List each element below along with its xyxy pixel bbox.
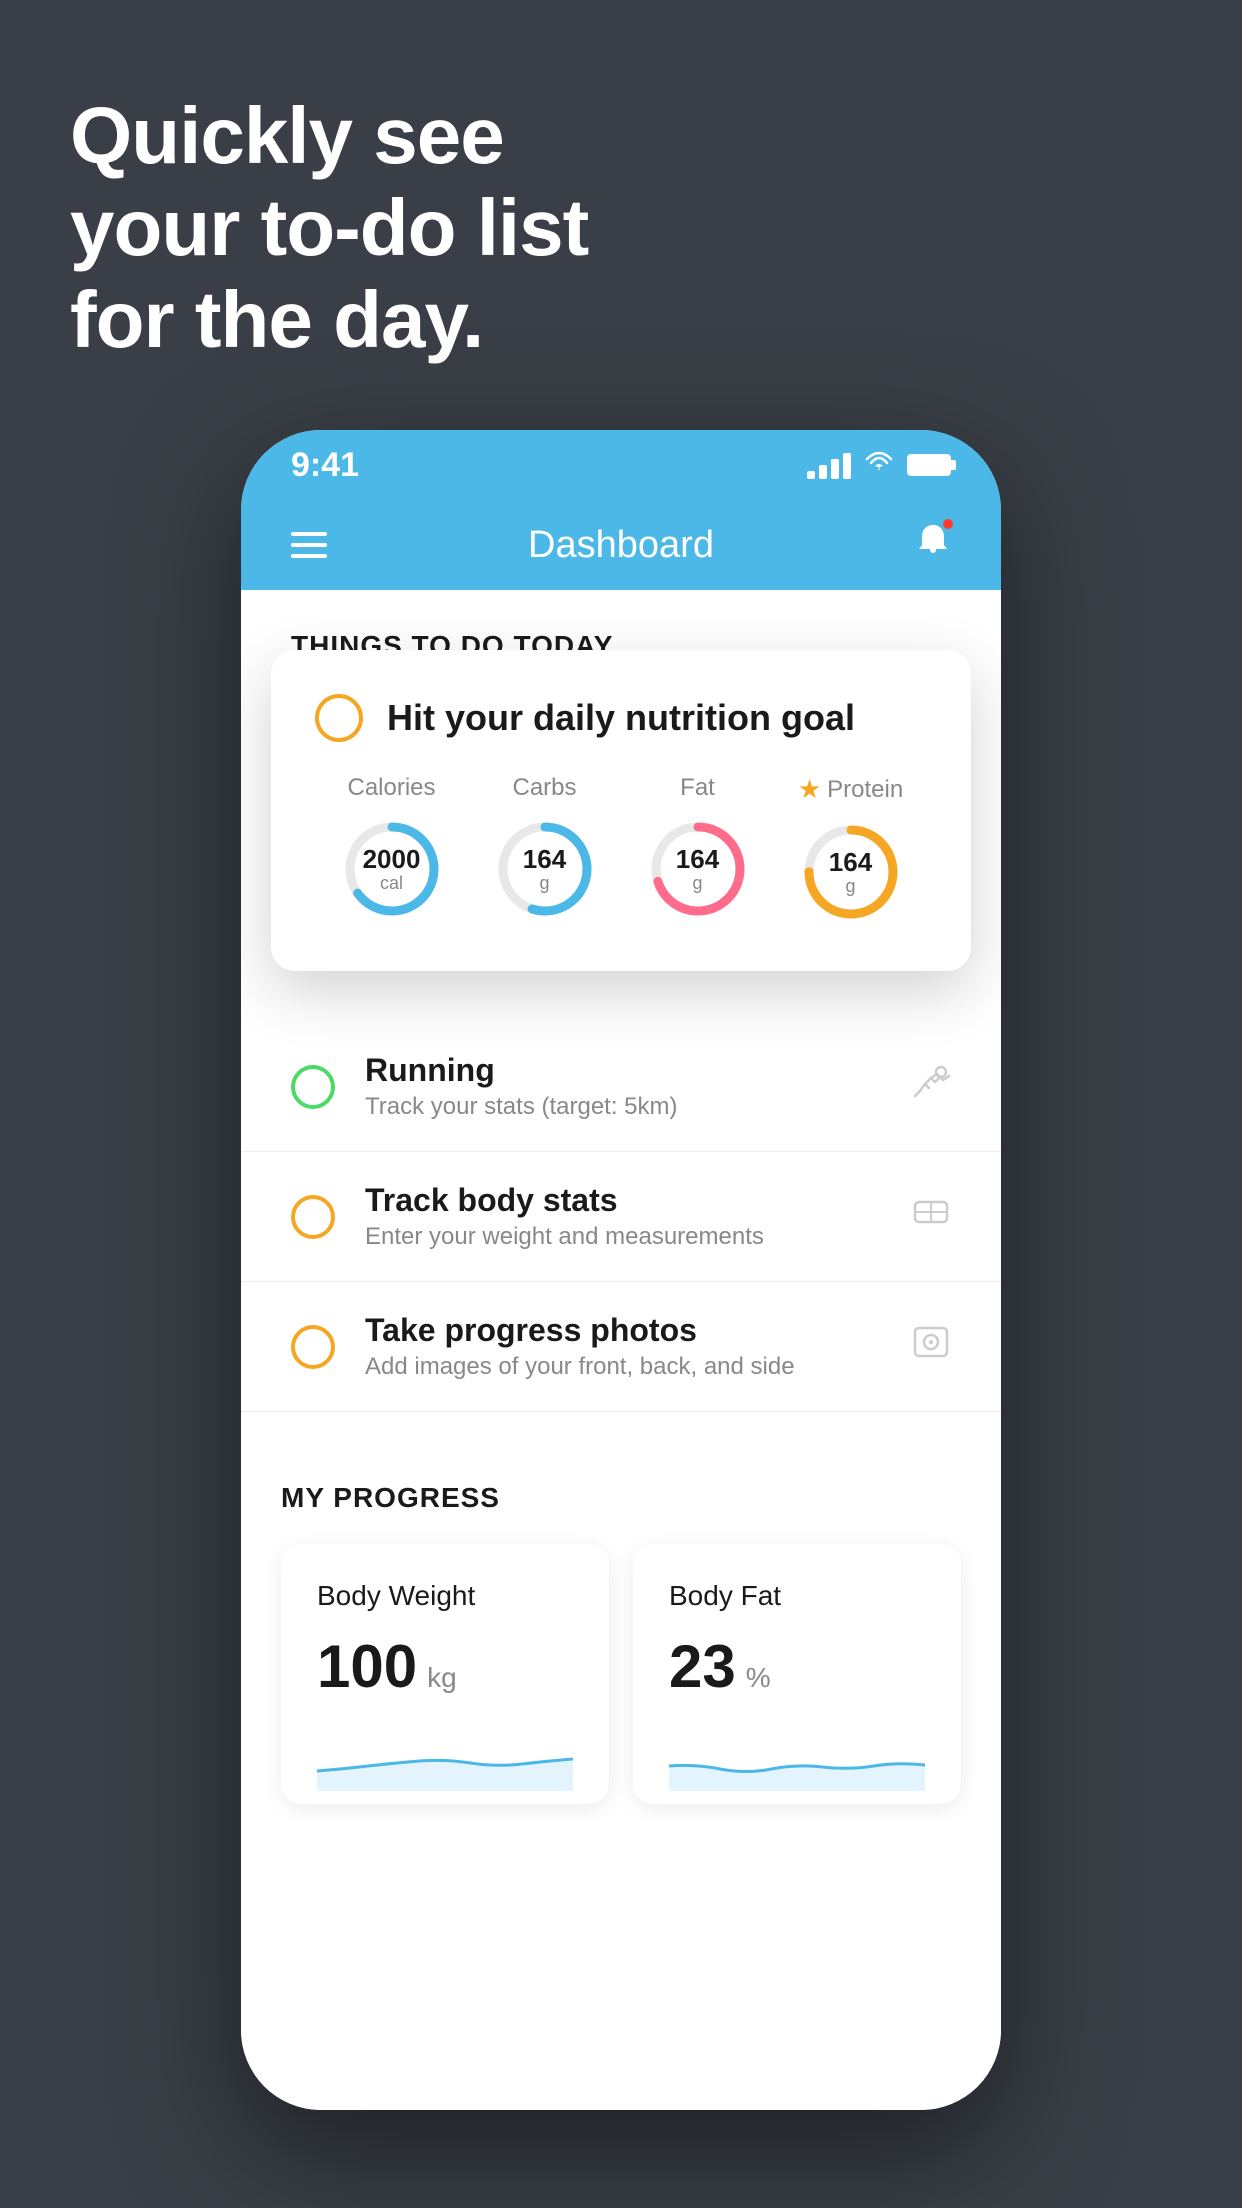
- body-fat-card: Body Fat 23 %: [633, 1544, 961, 1804]
- body-weight-unit: kg: [427, 1662, 457, 1694]
- notification-dot: [941, 517, 955, 531]
- running-icon: [911, 1064, 951, 1109]
- fat-donut: 164 g: [643, 814, 753, 924]
- nutrition-row: Calories 2000 cal: [315, 774, 927, 927]
- todo-list: Running Track your stats (target: 5km): [241, 1022, 1001, 1412]
- running-subtitle: Track your stats (target: 5km): [365, 1093, 881, 1121]
- body-weight-value: 100: [317, 1632, 417, 1701]
- carbs-unit: g: [523, 873, 566, 893]
- body-stats-icon: [911, 1194, 951, 1239]
- running-title: Running: [365, 1052, 881, 1089]
- phone-screen: 9:41 Dashbo: [241, 430, 1001, 2110]
- fat-label: Fat: [680, 774, 715, 802]
- main-content: THINGS TO DO TODAY Hit your daily nutrit…: [241, 590, 1001, 2110]
- carbs-donut: 164 g: [490, 814, 600, 924]
- notification-button[interactable]: [915, 521, 951, 569]
- progress-header: MY PROGRESS: [281, 1482, 961, 1514]
- protein-value: 164: [829, 848, 872, 877]
- body-fat-unit: %: [746, 1662, 771, 1694]
- hero-line3: for the day.: [70, 275, 483, 364]
- body-stats-subtitle: Enter your weight and measurements: [365, 1223, 881, 1251]
- todo-item-running[interactable]: Running Track your stats (target: 5km): [241, 1022, 1001, 1152]
- calories-unit: cal: [363, 873, 421, 893]
- body-weight-title: Body Weight: [317, 1580, 573, 1612]
- hero-line2: your to-do list: [70, 183, 588, 272]
- status-bar: 9:41: [241, 430, 1001, 500]
- fat-value: 164: [676, 845, 719, 874]
- body-weight-value-row: 100 kg: [317, 1632, 573, 1701]
- body-fat-title: Body Fat: [669, 1580, 925, 1612]
- protein-donut: 164 g: [796, 817, 906, 927]
- protein-label: ★ Protein: [798, 774, 903, 805]
- body-stats-title: Track body stats: [365, 1182, 881, 1219]
- star-icon: ★: [798, 774, 821, 805]
- carbs-label: Carbs: [512, 774, 576, 802]
- hero-line1: Quickly see: [70, 91, 504, 180]
- running-checkbox[interactable]: [291, 1065, 335, 1109]
- photos-subtitle: Add images of your front, back, and side: [365, 1353, 881, 1381]
- protein-unit: g: [829, 876, 872, 896]
- todo-item-photos[interactable]: Take progress photos Add images of your …: [241, 1282, 1001, 1412]
- body-stats-checkbox[interactable]: [291, 1195, 335, 1239]
- body-fat-sparkline: [669, 1731, 925, 1791]
- calories-label: Calories: [347, 774, 435, 802]
- status-icons: [807, 449, 951, 481]
- photos-title: Take progress photos: [365, 1312, 881, 1349]
- body-fat-value: 23: [669, 1632, 736, 1701]
- progress-section: MY PROGRESS Body Weight 100 kg: [241, 1432, 1001, 1834]
- nutrition-card-title: Hit your daily nutrition goal: [387, 697, 855, 739]
- body-fat-value-row: 23 %: [669, 1632, 925, 1701]
- carbs-value: 164: [523, 845, 566, 874]
- calories-value: 2000: [363, 845, 421, 874]
- calories-donut: 2000 cal: [337, 814, 447, 924]
- body-weight-card: Body Weight 100 kg: [281, 1544, 609, 1804]
- photos-icon: [911, 1322, 951, 1371]
- phone-mockup: 9:41 Dashbo: [241, 430, 1001, 2110]
- nav-bar: Dashboard: [241, 500, 1001, 590]
- progress-cards: Body Weight 100 kg Body Fat: [281, 1544, 961, 1804]
- fat-unit: g: [676, 873, 719, 893]
- nutrition-card: Hit your daily nutrition goal Calories: [271, 650, 971, 971]
- body-weight-sparkline: [317, 1731, 573, 1791]
- nutrition-calories: Calories 2000 cal: [337, 774, 447, 924]
- nav-title: Dashboard: [528, 524, 714, 567]
- nutrition-checkbox[interactable]: [315, 694, 363, 742]
- nutrition-fat: Fat 164 g: [643, 774, 753, 924]
- menu-button[interactable]: [291, 532, 327, 558]
- battery-icon: [907, 454, 951, 476]
- wifi-icon: [863, 449, 895, 481]
- signal-icon: [807, 451, 851, 479]
- photos-checkbox[interactable]: [291, 1325, 335, 1369]
- nutrition-protein: ★ Protein 164 g: [796, 774, 906, 927]
- todo-item-body-stats[interactable]: Track body stats Enter your weight and m…: [241, 1152, 1001, 1282]
- hero-headline: Quickly see your to-do list for the day.: [70, 90, 588, 366]
- status-time: 9:41: [291, 446, 359, 485]
- nutrition-carbs: Carbs 164 g: [490, 774, 600, 924]
